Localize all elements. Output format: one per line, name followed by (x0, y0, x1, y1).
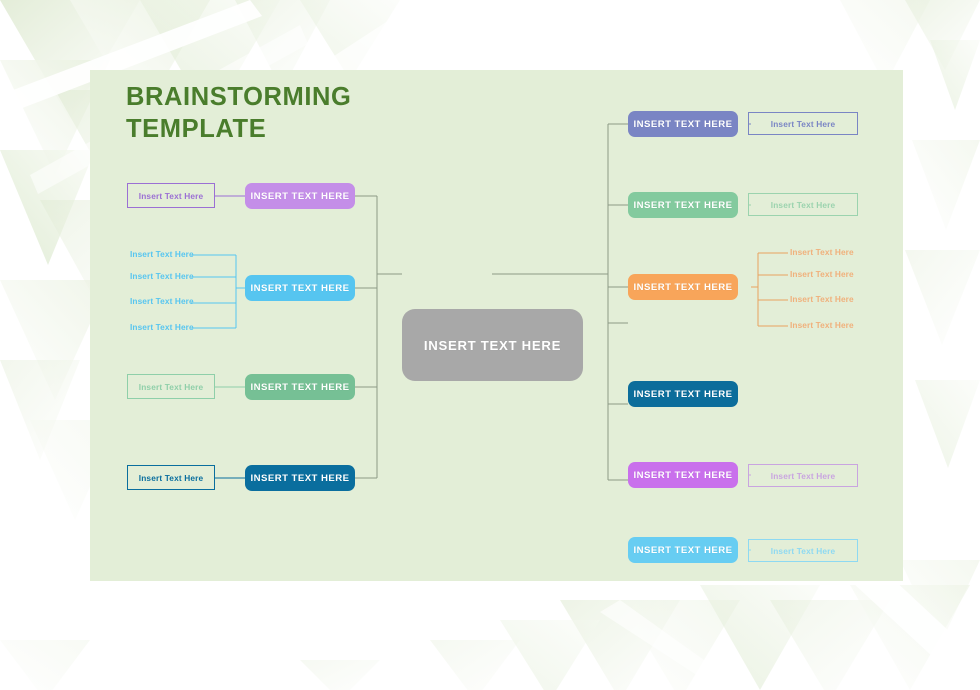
left-leaf-2[interactable]: Insert Text Here (130, 271, 194, 281)
left-node-sky-blue[interactable]: INSERT TEXT HERE (245, 275, 355, 301)
left-stub-green[interactable]: Insert Text Here (127, 374, 215, 399)
right-leaf-4[interactable]: Insert Text Here (790, 320, 854, 330)
right-node-periwinkle-label: INSERT TEXT HERE (633, 118, 733, 130)
brainstorming-template-canvas: BRAINSTORMING TEMPLATE INSERT TEXT HERE … (0, 0, 980, 690)
right-node-orchid-label: INSERT TEXT HERE (633, 469, 733, 481)
left-leaf-4-label: Insert Text Here (130, 322, 194, 332)
right-node-orchid[interactable]: INSERT TEXT HERE (628, 462, 738, 488)
left-stub-teal-dark[interactable]: Insert Text Here (127, 465, 215, 490)
right-leaf-3-label: Insert Text Here (790, 294, 854, 304)
left-stub-purple[interactable]: Insert Text Here (127, 183, 215, 208)
right-stub-cyan-label: Insert Text Here (770, 545, 836, 556)
left-node-green-label: INSERT TEXT HERE (250, 381, 350, 393)
left-leaf-3-label: Insert Text Here (130, 296, 194, 306)
right-node-cyan[interactable]: INSERT TEXT HERE (628, 537, 738, 563)
left-leaf-1[interactable]: Insert Text Here (130, 249, 194, 259)
left-node-purple[interactable]: INSERT TEXT HERE (245, 183, 355, 209)
left-node-teal-dark-label: INSERT TEXT HERE (250, 472, 350, 484)
central-node-label: INSERT TEXT HERE (423, 337, 562, 353)
right-leaf-2[interactable]: Insert Text Here (790, 269, 854, 279)
right-stub-mint[interactable]: Insert Text Here (748, 193, 858, 216)
right-leaf-4-label: Insert Text Here (790, 320, 854, 330)
right-node-navy-teal-label: INSERT TEXT HERE (633, 388, 733, 400)
central-node-box[interactable]: INSERT TEXT HERE (402, 309, 583, 381)
right-leaf-3[interactable]: Insert Text Here (790, 294, 854, 304)
right-stub-periwinkle-label: Insert Text Here (770, 118, 836, 129)
left-node-teal-dark[interactable]: INSERT TEXT HERE (245, 465, 355, 491)
right-node-cyan-label: INSERT TEXT HERE (633, 544, 733, 556)
left-stub-green-label: Insert Text Here (138, 381, 204, 392)
left-stub-purple-label: Insert Text Here (138, 190, 204, 201)
page-title-line-1: BRAINSTORMING (126, 83, 352, 111)
template-card: BRAINSTORMING TEMPLATE INSERT TEXT HERE … (90, 70, 903, 581)
right-leaf-2-label: Insert Text Here (790, 269, 854, 279)
right-node-mint-label: INSERT TEXT HERE (633, 199, 733, 211)
right-stub-orchid[interactable]: Insert Text Here (748, 464, 858, 487)
left-stub-teal-dark-label: Insert Text Here (138, 472, 204, 483)
right-node-periwinkle[interactable]: INSERT TEXT HERE (628, 111, 738, 137)
left-leaf-3[interactable]: Insert Text Here (130, 296, 194, 306)
right-stub-periwinkle[interactable]: Insert Text Here (748, 112, 858, 135)
right-node-orange-label: INSERT TEXT HERE (633, 281, 733, 293)
right-stub-mint-label: Insert Text Here (770, 199, 836, 210)
right-node-mint[interactable]: INSERT TEXT HERE (628, 192, 738, 218)
left-node-sky-blue-label: INSERT TEXT HERE (250, 282, 350, 294)
right-node-navy-teal[interactable]: INSERT TEXT HERE (628, 381, 738, 407)
page-title: BRAINSTORMING TEMPLATE (126, 82, 546, 145)
right-leaf-1-label: Insert Text Here (790, 247, 854, 257)
right-leaf-1[interactable]: Insert Text Here (790, 247, 854, 257)
left-leaf-4[interactable]: Insert Text Here (130, 322, 194, 332)
left-node-green[interactable]: INSERT TEXT HERE (245, 374, 355, 400)
left-leaf-2-label: Insert Text Here (130, 271, 194, 281)
right-stub-orchid-label: Insert Text Here (770, 470, 836, 481)
page-title-line-2: TEMPLATE (126, 114, 267, 143)
right-stub-cyan[interactable]: Insert Text Here (748, 539, 858, 562)
left-node-purple-label: INSERT TEXT HERE (250, 190, 350, 202)
left-leaf-1-label: Insert Text Here (130, 249, 194, 259)
right-node-orange[interactable]: INSERT TEXT HERE (628, 274, 738, 300)
